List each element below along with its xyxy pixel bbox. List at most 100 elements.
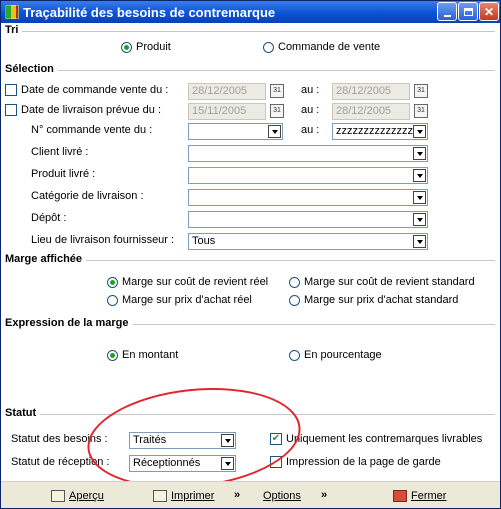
window-title: Traçabilité des besoins de contremarque [23, 5, 276, 20]
imprimer-label: Imprimer [171, 490, 215, 502]
radio-marge-achat-reel[interactable]: Marge sur prix d'achat réel [107, 294, 252, 306]
livrables-checkbox[interactable]: ✔ [270, 433, 282, 445]
num-commande-from-select[interactable] [188, 123, 283, 140]
apercu-button[interactable]: Aperçu [51, 486, 104, 506]
statut-reception-label: Statut de réception : [11, 456, 110, 468]
title-bar[interactable]: Traçabilité des besoins de contremarque … [1, 1, 500, 23]
date-livraison-checkbox[interactable] [5, 104, 17, 116]
radio-tri-commande[interactable]: Commande de vente [263, 41, 380, 53]
radio-label: Marge sur coût de revient réel [122, 276, 269, 288]
depot-label: Dépôt : [31, 212, 67, 224]
minimize-button[interactable] [437, 2, 457, 21]
section-tri-heading: Tri [5, 24, 23, 36]
options-button[interactable]: Options [263, 486, 301, 506]
divider [5, 31, 495, 33]
maximize-icon [463, 7, 473, 16]
section-selection-heading: Sélection [5, 63, 58, 75]
chevron-down-icon[interactable] [413, 125, 426, 138]
app-icon [5, 5, 19, 19]
statut-reception-value: Réceptionnés [133, 457, 201, 469]
radio-selected-icon [107, 349, 118, 361]
chevron-double-down-icon[interactable]: » [321, 489, 327, 501]
date-livraison-label: Date de livraison prévue du : [21, 104, 162, 116]
categorie-select[interactable] [188, 189, 428, 206]
num-commande-to-select[interactable]: zzzzzzzzzzzzzz [332, 123, 428, 140]
radio-expression-pourcentage[interactable]: En pourcentage [289, 349, 382, 361]
calendar-icon[interactable]: 31 [270, 84, 284, 98]
date-livraison-from-field[interactable]: 15/11/2005 [188, 103, 266, 120]
preview-icon [51, 490, 65, 502]
radio-marge-cout-reel[interactable]: Marge sur coût de revient réel [107, 276, 268, 288]
radio-label: Marge sur coût de revient standard [304, 276, 475, 288]
section-marge-heading: Marge affichée [5, 253, 87, 265]
button-bar: Aperçu Imprimer » Options » Fermer [1, 481, 500, 508]
section-statut-heading: Statut [5, 407, 41, 419]
radio-marge-cout-standard[interactable]: Marge sur coût de revient standard [289, 276, 475, 288]
radio-selected-icon [121, 41, 132, 53]
lieu-value: Tous [192, 235, 216, 247]
calendar-icon[interactable]: 31 [414, 84, 428, 98]
radio-label: En montant [122, 349, 179, 361]
options-label: Options [263, 490, 301, 502]
dialog-window: Traçabilité des besoins de contremarque … [0, 0, 501, 509]
date-livraison-to-label: au : [301, 104, 320, 116]
checkmark-icon: ✔ [271, 433, 281, 444]
close-icon: ✕ [483, 4, 495, 19]
page-garde-checkbox[interactable] [270, 456, 282, 468]
radio-tri-produit[interactable]: Produit [121, 41, 171, 53]
chevron-down-icon[interactable] [413, 169, 426, 182]
chevron-down-icon[interactable] [413, 235, 426, 248]
radio-label: En pourcentage [304, 349, 382, 361]
minimize-icon [443, 14, 451, 17]
calendar-icon[interactable]: 31 [414, 104, 428, 118]
date-livraison-to-field[interactable]: 28/12/2005 [332, 103, 410, 120]
num-commande-label: N° commande vente du : [31, 124, 153, 136]
lieu-label: Lieu de livraison fournisseur : [31, 234, 175, 246]
fermer-button[interactable]: Fermer [393, 486, 446, 506]
radio-icon [263, 41, 274, 53]
statut-besoins-select[interactable]: Traités [129, 432, 236, 449]
chevron-down-icon[interactable] [221, 434, 234, 447]
apercu-label: Aperçu [69, 490, 104, 502]
maximize-button[interactable] [458, 2, 478, 21]
chevron-double-down-icon[interactable]: » [234, 489, 240, 501]
chevron-down-icon[interactable] [221, 457, 234, 470]
radio-label: Marge sur prix d'achat réel [122, 294, 252, 306]
livrables-label: Uniquement les contremarques livrables [286, 433, 483, 445]
imprimer-button[interactable]: Imprimer [153, 486, 214, 506]
page-garde-label: Impression de la page de garde [286, 456, 441, 468]
statut-reception-select[interactable]: Réceptionnés [129, 455, 236, 472]
printer-icon [153, 490, 167, 502]
close-button[interactable]: ✕ [479, 2, 499, 21]
date-commande-from-field[interactable]: 28/12/2005 [188, 83, 266, 100]
chevron-down-icon[interactable] [413, 213, 426, 226]
radio-icon [289, 276, 300, 288]
calendar-icon[interactable]: 31 [270, 104, 284, 118]
chevron-down-icon[interactable] [268, 125, 281, 138]
produit-select[interactable] [188, 167, 428, 184]
statut-besoins-label: Statut des besoins : [11, 433, 108, 445]
num-commande-to-value: zzzzzzzzzzzzzz [336, 125, 413, 137]
radio-expression-montant[interactable]: En montant [107, 349, 178, 361]
client-label: Client livré : [31, 146, 89, 158]
date-commande-checkbox[interactable] [5, 84, 17, 96]
fermer-label: Fermer [411, 490, 447, 502]
num-commande-to-label: au : [301, 124, 320, 136]
radio-label: Produit [136, 41, 171, 53]
chevron-down-icon[interactable] [413, 191, 426, 204]
section-expression-heading: Expression de la marge [5, 317, 133, 329]
chevron-down-icon[interactable] [413, 147, 426, 160]
radio-icon [289, 349, 300, 361]
categorie-label: Catégorie de livraison : [31, 190, 144, 202]
lieu-select[interactable]: Tous [188, 233, 428, 250]
radio-icon [107, 294, 118, 306]
date-commande-to-field[interactable]: 28/12/2005 [332, 83, 410, 100]
radio-icon [289, 294, 300, 306]
close-door-icon [393, 490, 407, 502]
date-commande-label: Date de commande vente du : [21, 84, 169, 96]
divider [5, 414, 495, 416]
divider [5, 70, 495, 72]
radio-marge-achat-standard[interactable]: Marge sur prix d'achat standard [289, 294, 458, 306]
client-select[interactable] [188, 145, 428, 162]
depot-select[interactable] [188, 211, 428, 228]
